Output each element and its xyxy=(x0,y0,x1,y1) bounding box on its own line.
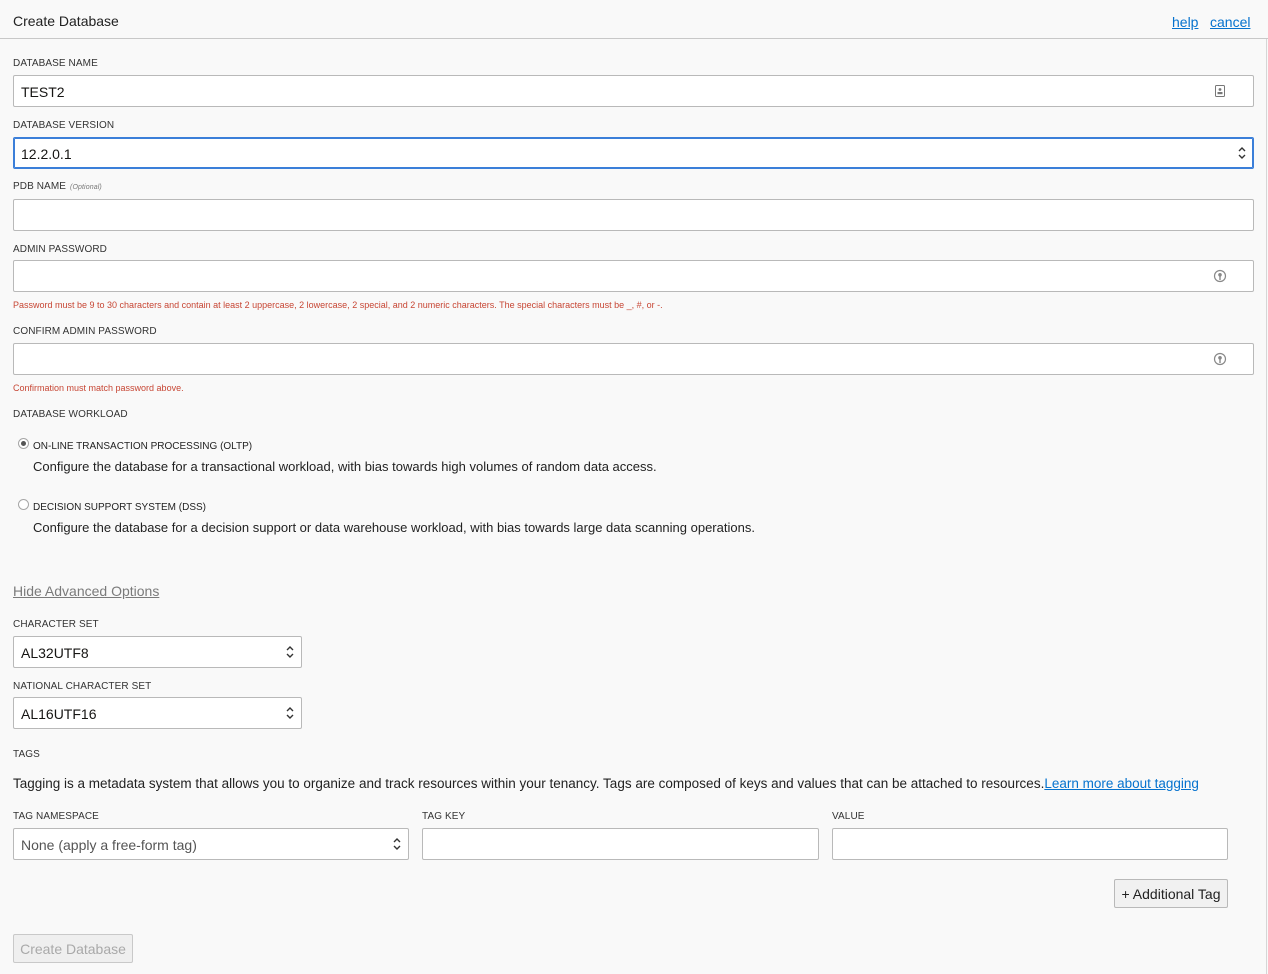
select-chevron-icon xyxy=(393,838,401,850)
help-link[interactable]: help xyxy=(1172,14,1198,30)
admin-password-error: Password must be 9 to 30 characters and … xyxy=(13,300,663,310)
tags-description: Tagging is a metadata system that allows… xyxy=(13,776,1199,791)
db-version-label: DATABASE VERSION xyxy=(13,120,115,131)
ncharset-select[interactable]: AL16UTF16 xyxy=(13,697,302,729)
select-chevron-icon xyxy=(1238,147,1246,159)
dss-radio[interactable] xyxy=(18,499,29,510)
confirm-password-error: Confirmation must match password above. xyxy=(13,383,184,393)
contact-card-icon xyxy=(1215,85,1225,97)
dss-option-desc: Configure the database for a decision su… xyxy=(33,520,755,535)
tag-key-input[interactable] xyxy=(422,828,819,860)
pdb-name-input[interactable] xyxy=(13,199,1254,231)
additional-tag-button[interactable]: + Additional Tag xyxy=(1114,879,1228,908)
learn-more-tagging-link[interactable]: Learn more about tagging xyxy=(1044,776,1199,791)
ncharset-label: NATIONAL CHARACTER SET xyxy=(13,681,152,692)
tag-namespace-label: TAG NAMESPACE xyxy=(13,811,99,822)
db-name-value: TEST2 xyxy=(21,84,65,100)
db-name-input[interactable]: TEST2 xyxy=(13,75,1254,107)
select-chevron-icon xyxy=(286,707,294,719)
tags-description-text: Tagging is a metadata system that allows… xyxy=(13,776,1045,791)
db-name-label: DATABASE NAME xyxy=(13,58,98,69)
panel-title: Create Database xyxy=(13,13,119,29)
oltp-option-desc: Configure the database for a transaction… xyxy=(33,459,657,474)
charset-label: CHARACTER SET xyxy=(13,619,99,630)
tags-label: TAGS xyxy=(13,749,40,760)
panel-divider xyxy=(1266,39,1267,974)
confirm-password-input[interactable] xyxy=(13,343,1254,375)
hide-advanced-options-link[interactable]: Hide Advanced Options xyxy=(13,583,159,599)
dss-option-title[interactable]: DECISION SUPPORT SYSTEM (DSS) xyxy=(33,502,206,513)
create-database-button[interactable]: Create Database xyxy=(13,934,133,963)
pdb-name-label: PDB NAME (Optional) xyxy=(13,181,102,192)
tag-namespace-value: None (apply a free-form tag) xyxy=(21,837,197,853)
charset-value: AL32UTF8 xyxy=(21,645,89,661)
password-key-icon xyxy=(1213,352,1227,366)
ncharset-value: AL16UTF16 xyxy=(21,706,97,722)
admin-password-label: ADMIN PASSWORD xyxy=(13,244,107,255)
admin-password-input[interactable] xyxy=(13,260,1254,292)
optional-hint: (Optional) xyxy=(70,184,102,191)
oltp-option-title[interactable]: ON-LINE TRANSACTION PROCESSING (OLTP) xyxy=(33,441,252,452)
charset-select[interactable]: AL32UTF8 xyxy=(13,636,302,668)
pdb-name-label-text: PDB NAME xyxy=(13,181,67,192)
workload-label: DATABASE WORKLOAD xyxy=(13,409,128,420)
oltp-radio[interactable] xyxy=(18,438,29,449)
password-key-icon xyxy=(1213,269,1227,283)
db-version-value: 12.2.0.1 xyxy=(21,146,72,162)
tag-namespace-select[interactable]: None (apply a free-form tag) xyxy=(13,828,409,860)
cancel-link[interactable]: cancel xyxy=(1210,14,1250,30)
panel-header: Create Database help cancel xyxy=(0,0,1268,39)
db-version-select[interactable]: 12.2.0.1 xyxy=(13,137,1254,169)
tag-key-label: TAG KEY xyxy=(422,811,466,822)
confirm-password-label: CONFIRM ADMIN PASSWORD xyxy=(13,326,157,337)
tag-value-label: VALUE xyxy=(832,811,865,822)
select-chevron-icon xyxy=(286,646,294,658)
tag-value-input[interactable] xyxy=(832,828,1228,860)
